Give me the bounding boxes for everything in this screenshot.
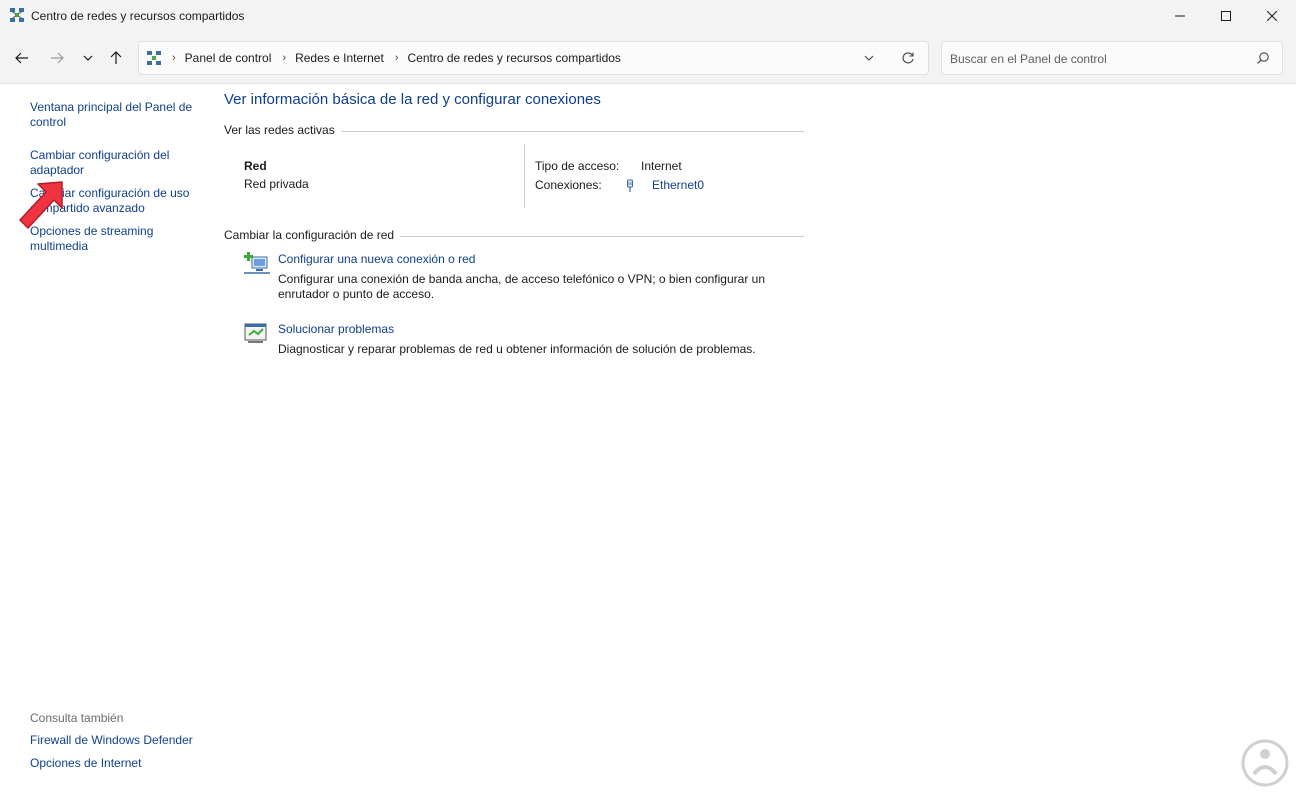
minimize-button[interactable]: [1157, 0, 1203, 32]
refresh-button[interactable]: [901, 51, 915, 68]
network-info: Red Red privada: [244, 159, 309, 191]
main-content: Ver información básica de la red y confi…: [224, 85, 1284, 792]
address-history-button[interactable]: [863, 51, 875, 68]
breadcrumb-network-center[interactable]: Centro de redes y recursos compartidos: [407, 51, 620, 65]
sidebar-link-label[interactable]: Firewall de Windows Defender: [30, 733, 193, 747]
chevron-down-icon: [864, 55, 874, 61]
up-button[interactable]: [104, 46, 128, 70]
active-networks-heading: Ver las redes activas: [224, 123, 804, 137]
refresh-icon: [902, 52, 914, 64]
search-box[interactable]: [941, 41, 1283, 75]
sidebar-link-firewall[interactable]: Firewall de Windows Defender: [30, 733, 200, 748]
access-type-value: Internet: [641, 159, 682, 173]
watermark-logo-icon: [1241, 739, 1289, 787]
sidebar-link-control-panel-home[interactable]: Ventana principal del Panel de control: [30, 100, 200, 130]
new-connection-description: Configurar una conexión de banda ancha, …: [278, 272, 765, 301]
new-connection-icon: [244, 252, 270, 274]
arrow-right-icon: [51, 52, 64, 64]
network-profile: Red privada: [244, 177, 309, 191]
arrow-left-icon: [15, 52, 28, 64]
back-button[interactable]: [10, 46, 34, 70]
network-center-icon: [10, 8, 24, 22]
control-panel-icon: [147, 51, 161, 65]
chevron-right-icon: ›: [282, 52, 287, 64]
address-bar[interactable]: › Panel de control › Redes e Internet › …: [138, 41, 929, 75]
troubleshoot-description: Diagnosticar y reparar problemas de red …: [278, 342, 756, 356]
recent-locations-button[interactable]: [76, 46, 100, 70]
chevron-right-icon: ›: [394, 52, 399, 64]
divider: [524, 144, 525, 208]
title-bar: Centro de redes y recursos compartidos: [0, 0, 1296, 32]
see-also-heading: Consulta también: [30, 711, 124, 725]
ethernet-icon: [627, 179, 633, 192]
chevron-down-icon: [83, 55, 93, 61]
minimize-icon: [1175, 15, 1185, 17]
sidebar-link-label[interactable]: Ventana principal del Panel de control: [30, 100, 192, 129]
breadcrumb-network-internet[interactable]: Redes e Internet: [295, 51, 384, 65]
access-type-label: Tipo de acceso:: [535, 159, 620, 173]
search-input[interactable]: [950, 50, 1240, 68]
window-title: Centro de redes y recursos compartidos: [31, 9, 245, 23]
page-title: Ver información básica de la red y confi…: [224, 91, 601, 108]
breadcrumb-control-panel[interactable]: Panel de control: [185, 51, 272, 65]
sidebar-link-label[interactable]: Opciones de Internet: [30, 756, 141, 770]
breadcrumb: › Panel de control › Redes e Internet › …: [147, 42, 621, 74]
maximize-icon: [1221, 11, 1231, 21]
sidebar-link-adapter-settings[interactable]: Cambiar configuración del adaptador: [30, 148, 200, 178]
network-name: Red: [244, 159, 267, 173]
troubleshoot-icon: [244, 323, 267, 343]
new-connection-link[interactable]: Configurar una nueva conexión o red: [278, 252, 475, 266]
divider: [340, 130, 804, 132]
section-label: Ver las redes activas: [224, 123, 335, 137]
change-settings-heading: Cambiar la configuración de red: [224, 228, 804, 242]
maximize-button[interactable]: [1203, 0, 1249, 32]
sidebar-link-label[interactable]: Cambiar configuración del adaptador: [30, 148, 169, 177]
close-icon: [1267, 11, 1277, 21]
red-arrow-icon: [19, 181, 63, 229]
search-icon[interactable]: [1256, 51, 1270, 65]
section-label: Cambiar la configuración de red: [224, 228, 395, 242]
chevron-right-icon: ›: [172, 52, 176, 64]
connections-label: Conexiones:: [535, 178, 602, 192]
troubleshoot-link[interactable]: Solucionar problemas: [278, 322, 394, 336]
sidebar-link-internet-options[interactable]: Opciones de Internet: [30, 756, 200, 771]
forward-button[interactable]: [45, 46, 69, 70]
arrow-up-icon: [110, 51, 122, 64]
ethernet-connection-link[interactable]: Ethernet0: [652, 178, 704, 192]
divider: [400, 235, 804, 237]
navigation-bar: › Panel de control › Redes e Internet › …: [0, 32, 1296, 84]
close-button[interactable]: [1249, 0, 1295, 32]
